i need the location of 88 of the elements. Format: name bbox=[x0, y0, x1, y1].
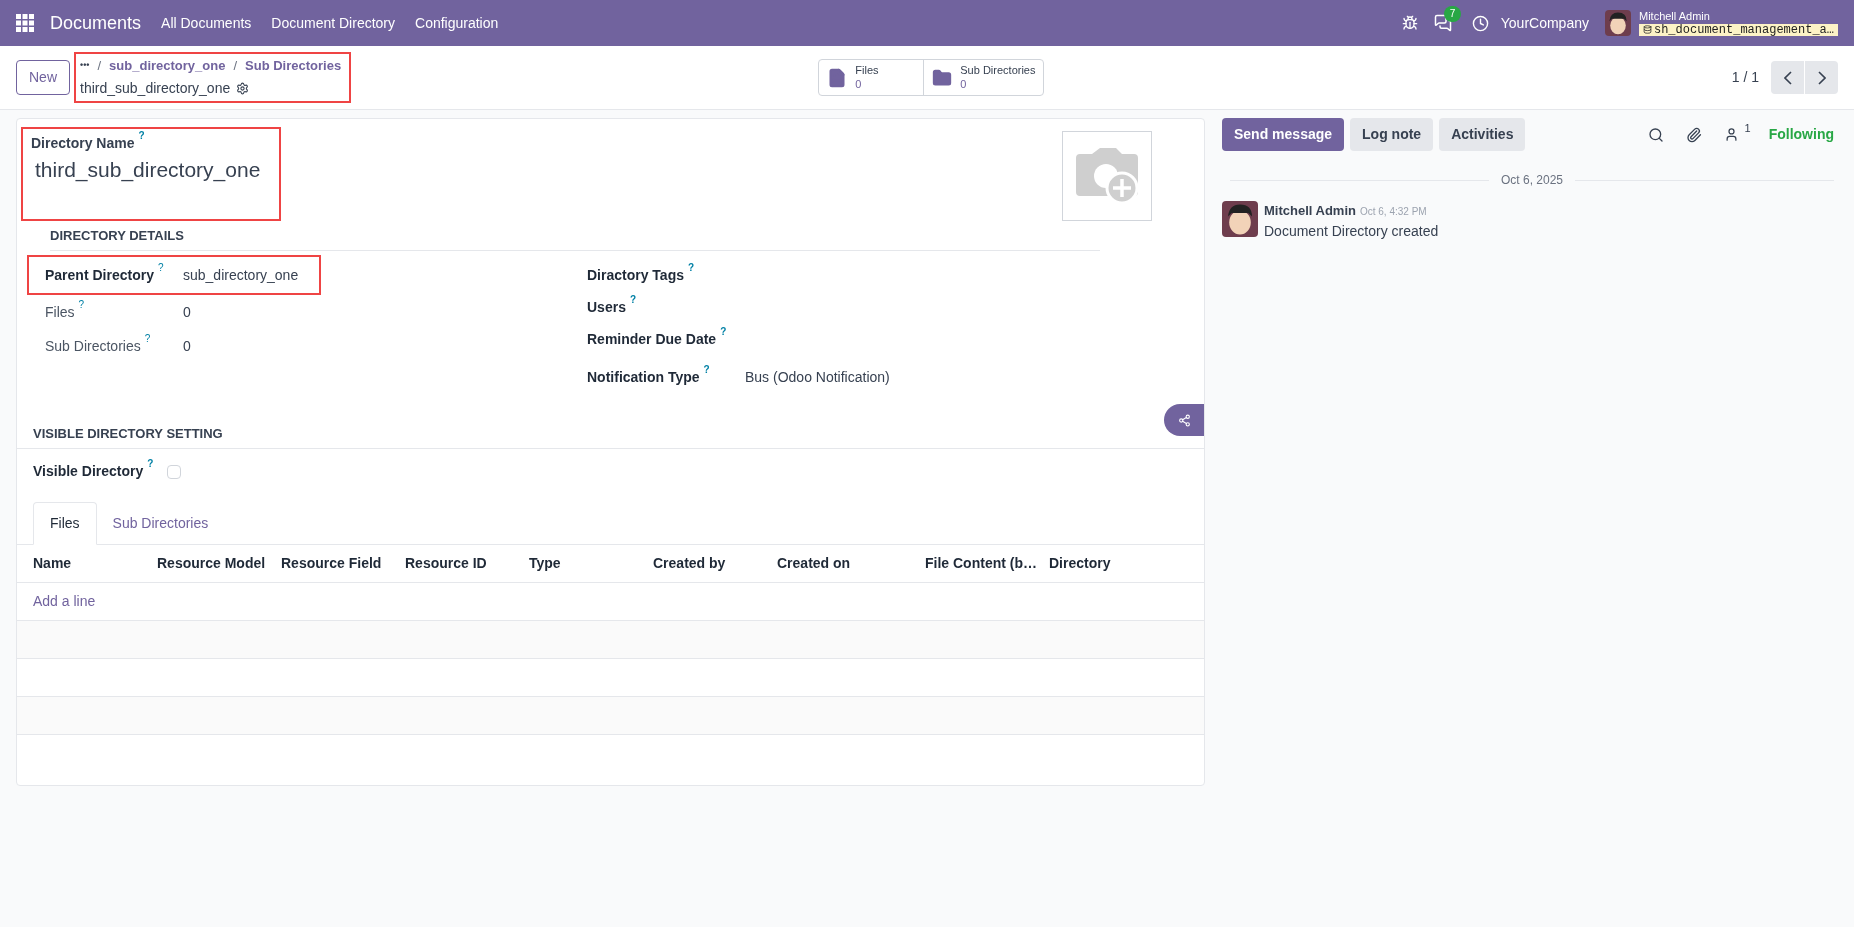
avatar-icon bbox=[1604, 10, 1631, 36]
breadcrumb-separator: / bbox=[97, 57, 102, 76]
field-label: Reminder Due Date bbox=[587, 329, 717, 349]
help-tooltip-mark[interactable]: ? bbox=[147, 459, 154, 469]
chatter-button[interactable]: Send message bbox=[1222, 118, 1345, 151]
message-time: Oct 6, 4:32 PM bbox=[1359, 205, 1427, 219]
breadcrumb-separator: / bbox=[233, 57, 238, 76]
add-line-link[interactable]: Add a line bbox=[33, 591, 96, 612]
chatter-button[interactable]: Activities bbox=[1439, 118, 1526, 151]
field-label: Diractory Tags bbox=[587, 265, 684, 285]
column-header[interactable]: Directory bbox=[1049, 553, 1173, 574]
form-tab[interactable]: Files bbox=[33, 502, 97, 545]
help-tooltip-mark[interactable]: ? bbox=[138, 131, 145, 141]
database-icon bbox=[1642, 25, 1652, 34]
app-name[interactable]: Documents bbox=[50, 9, 142, 37]
column-header[interactable]: Type bbox=[529, 553, 653, 574]
column-header[interactable]: File Content (b… bbox=[925, 553, 1049, 574]
file-icon bbox=[827, 67, 848, 88]
next-button[interactable] bbox=[1805, 61, 1838, 94]
database-name: sh_document_management_a… bbox=[1653, 23, 1834, 36]
field-label: Users bbox=[587, 297, 626, 317]
user-name[interactable]: Mitchell Admin bbox=[1638, 10, 1838, 22]
following-button[interactable]: Following bbox=[1768, 124, 1834, 145]
navbar-menu-item[interactable]: Document Directory bbox=[271, 12, 395, 34]
navbar-menu-item[interactable]: Configuration bbox=[415, 12, 499, 34]
help-tooltip-mark[interactable]: ? bbox=[703, 364, 710, 375]
company-name[interactable]: YourCompany bbox=[1500, 12, 1589, 34]
help-tooltip-mark[interactable]: ? bbox=[144, 333, 151, 344]
field-label: Directory Name bbox=[31, 134, 135, 153]
help-tooltip-mark[interactable]: ? bbox=[688, 262, 695, 273]
field-value: 0 bbox=[183, 336, 191, 356]
breadcrumb-link[interactable]: Sub Directories bbox=[245, 56, 342, 76]
help-tooltip-mark[interactable]: ? bbox=[629, 294, 637, 305]
help-tooltip-mark[interactable]: ? bbox=[157, 262, 164, 273]
search-icon[interactable] bbox=[1647, 126, 1664, 143]
new-button[interactable]: New bbox=[16, 60, 70, 95]
avatar-icon bbox=[1222, 201, 1258, 237]
chat-icon[interactable] bbox=[1433, 14, 1452, 32]
form-tab[interactable]: Sub Directories bbox=[96, 502, 225, 545]
breadcrumb-link[interactable]: sub_directory_one bbox=[109, 56, 226, 76]
message-author[interactable]: Mitchell Admin bbox=[1264, 201, 1356, 221]
field-label: Files bbox=[45, 302, 75, 322]
field-label: Sub Directories bbox=[45, 336, 141, 356]
share-button[interactable] bbox=[1164, 404, 1204, 436]
column-header[interactable]: Resource ID bbox=[405, 553, 529, 574]
field-value: sub_directory_one bbox=[183, 265, 299, 285]
visible-directory-checkbox[interactable] bbox=[167, 464, 181, 479]
field-label: Visible Directory bbox=[33, 462, 144, 481]
chevron-left-icon bbox=[1783, 70, 1792, 85]
debug-icon[interactable] bbox=[1401, 15, 1418, 31]
smart-button-value: 0 bbox=[855, 77, 863, 92]
help-tooltip-mark[interactable]: ? bbox=[78, 299, 85, 310]
activity-clock-icon[interactable] bbox=[1471, 14, 1489, 32]
column-header[interactable]: Created by bbox=[653, 553, 777, 574]
message-body: Document Directory created bbox=[1264, 221, 1439, 241]
breadcrumb-more[interactable]: ••• bbox=[80, 59, 90, 73]
section-title: VISIBLE DIRECTORY SETTING bbox=[33, 426, 223, 441]
settings-icon[interactable] bbox=[236, 81, 250, 95]
smart-button-label: Sub Directories bbox=[960, 63, 1036, 78]
date-separator: Oct 6, 2025 bbox=[1500, 172, 1565, 189]
paperclip-icon[interactable] bbox=[1685, 126, 1702, 143]
smart-button-value: 0 bbox=[960, 77, 968, 92]
section-title: DIRECTORY DETAILS bbox=[50, 228, 184, 243]
folder-icon bbox=[932, 67, 953, 88]
column-header[interactable]: Name bbox=[33, 553, 157, 574]
previous-button[interactable] bbox=[1771, 61, 1804, 94]
smart-button-label: Files bbox=[855, 63, 879, 78]
followers-icon[interactable] bbox=[1723, 127, 1739, 142]
record-title: third_sub_directory_one bbox=[80, 78, 231, 98]
column-header[interactable]: Resource Model bbox=[157, 553, 281, 574]
navbar-menu-item[interactable]: All Documents bbox=[161, 12, 252, 34]
column-header[interactable]: Resource Field bbox=[281, 553, 405, 574]
share-icon bbox=[1177, 413, 1191, 427]
smart-button[interactable]: Sub Directories 0 bbox=[923, 59, 1044, 96]
apps-menu-icon[interactable] bbox=[16, 14, 34, 32]
chevron-right-icon bbox=[1817, 70, 1826, 85]
chat-badge: 7 bbox=[1443, 6, 1462, 22]
column-header[interactable]: Created on bbox=[777, 553, 925, 574]
chatter-button[interactable]: Log note bbox=[1350, 118, 1434, 151]
field-label: Notification Type bbox=[587, 367, 700, 387]
help-tooltip-mark[interactable]: ? bbox=[720, 326, 727, 337]
field-value: 0 bbox=[183, 302, 191, 322]
smart-button[interactable]: Files 0 bbox=[819, 59, 924, 96]
follower-count: 1 bbox=[1744, 123, 1751, 134]
pager-value: 1 / 1 bbox=[1731, 68, 1759, 87]
field-label: Parent Directory bbox=[45, 265, 154, 285]
field-value: Bus (Odoo Notification) bbox=[745, 367, 890, 387]
directory-name-field[interactable]: third_sub_directory_one bbox=[31, 154, 271, 186]
